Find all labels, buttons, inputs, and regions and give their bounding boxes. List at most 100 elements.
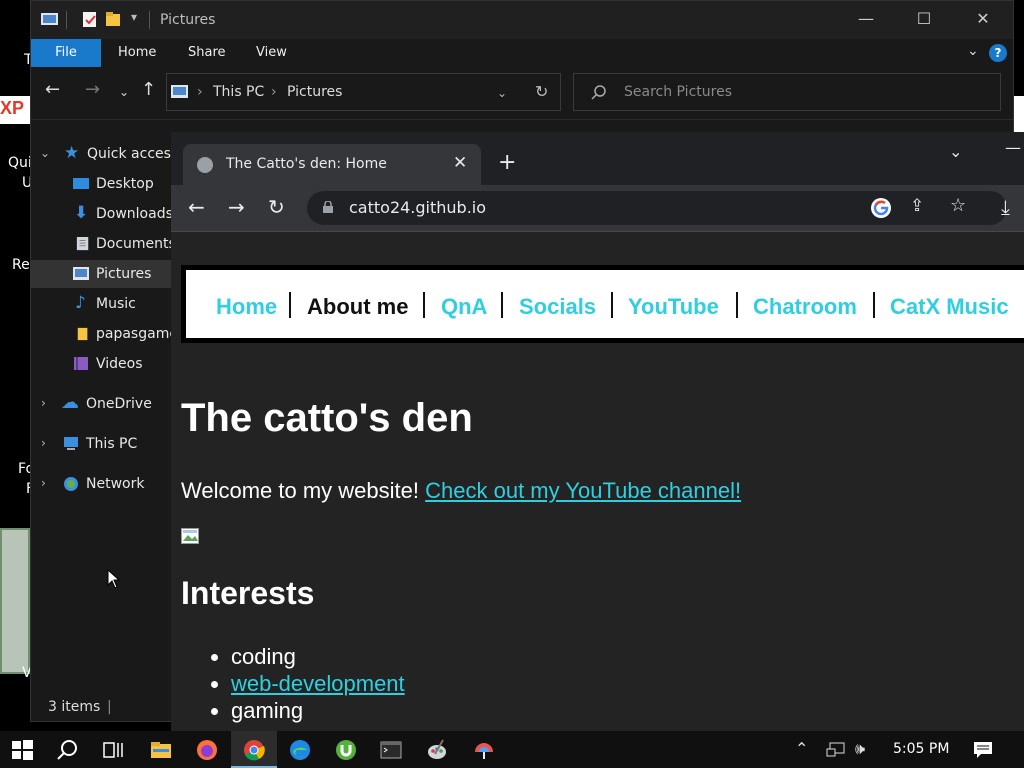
nav-label: Desktop [96,176,154,192]
new-tab-icon[interactable]: + [498,150,516,175]
expand-chevron-icon[interactable]: › [41,436,46,450]
show-hidden-icons-chevron-icon[interactable]: ⌃ [795,739,808,758]
windows-start-icon[interactable] [10,738,34,762]
nav-link-home[interactable]: Home [216,294,277,320]
nav-label: Music [96,296,136,312]
notifications-icon[interactable] [973,740,993,760]
interests-list: coding web-development gaming [231,643,405,724]
nav-separator [736,292,738,318]
close-tab-icon[interactable]: ✕ [453,153,467,173]
nav-music[interactable]: ♪ Music [31,290,171,318]
lock-icon [323,201,333,213]
nav-link-chatroom[interactable]: Chatroom [753,294,857,320]
chrome-icon[interactable] [242,738,266,762]
search-icon[interactable] [56,738,80,762]
ribbon-tab-view[interactable]: View [256,39,287,67]
up-icon[interactable]: ↑ [141,79,156,100]
recent-locations-icon[interactable]: ⌄ [119,85,129,99]
youtube-channel-link[interactable]: Check out my YouTube channel! [425,478,741,503]
help-icon[interactable]: ? [989,44,1007,62]
nav-documents[interactable]: Documents [31,230,176,258]
forward-icon[interactable]: → [228,195,245,219]
ribbon-tab-share[interactable]: Share [188,39,226,67]
nav-label: OneDrive [86,396,152,412]
ribbon-tab-home[interactable]: Home [118,39,156,67]
network-icon[interactable] [826,741,846,759]
desktop-thumbnail[interactable] [0,528,30,674]
download-icon[interactable]: ⤓ [1001,195,1010,219]
nav-label: Pictures [96,266,152,282]
reload-icon[interactable]: ↻ [268,195,285,219]
task-view-icon[interactable] [101,738,125,762]
tab-strip[interactable]: The Catto's den: Home ✕ + ⌄ — [171,132,1024,185]
nav-label: papasgame [96,326,171,342]
terminal-icon[interactable] [379,738,403,762]
forward-icon[interactable]: → [85,79,100,100]
quick-access-dropdown-icon[interactable]: ▾ [131,10,137,24]
expand-ribbon-icon[interactable]: ⌄ [967,43,979,59]
properties-icon[interactable] [81,12,98,27]
back-icon[interactable]: ← [45,79,60,100]
nav-link-socials[interactable]: Socials [519,294,596,320]
address-bar[interactable]: catto24.github.io ⇪ ☆ [307,191,1007,225]
address-dropdown-icon[interactable]: ⌄ [497,86,507,100]
nav-quick-access[interactable]: ⌄ ★ Quick access [31,140,178,168]
expand-chevron-icon[interactable]: ⌄ [40,146,50,160]
tab-title: The Catto's den: Home [226,156,387,172]
new-folder-icon[interactable] [105,12,122,27]
nav-desktop[interactable]: Desktop [31,170,171,198]
expand-chevron-icon[interactable]: › [41,476,46,490]
interests-heading: Interests [181,575,315,611]
address-bar[interactable]: › This PC › Pictures ⌄ ↻ [166,73,561,111]
utorrent-icon[interactable] [334,738,358,762]
document-icon [76,237,89,251]
nav-link-youtube[interactable]: YouTube [628,294,719,320]
nav-link-catx-music[interactable]: CatX Music [890,294,1009,320]
explorer-titlebar[interactable]: ▾ Pictures — ☐ ✕ [31,1,1013,39]
nav-videos[interactable]: Videos [31,350,171,378]
folder-icon [77,327,88,341]
expand-chevron-icon[interactable]: › [41,396,46,410]
search-input[interactable]: Search Pictures [573,73,1001,111]
tab-search-dropdown-icon[interactable]: ⌄ [949,142,962,161]
firefox-icon[interactable] [195,738,219,762]
desktop-label-fragment: Qui [8,155,32,171]
nav-pictures[interactable]: Pictures [31,260,171,288]
interest-link[interactable]: web-development [231,671,405,696]
browser-window: The Catto's den: Home ✕ + ⌄ — ← → ↻ catt… [171,132,1024,731]
system-clock[interactable]: 5:05 PM [893,741,949,757]
divider: | [107,699,112,715]
minimize-icon[interactable]: — [851,9,881,31]
nav-papasgame[interactable]: papasgame [31,320,171,348]
list-item: coding [231,643,405,670]
paint-icon[interactable] [425,738,449,762]
maximize-icon[interactable]: ☐ [909,9,939,31]
desktop-icon-fragment[interactable]: XP [0,96,30,124]
refresh-icon[interactable]: ↻ [535,82,548,101]
site-navbar: Home About me QnA Socials YouTube Chatro… [181,265,1024,343]
edge-icon[interactable] [288,738,312,762]
nav-onedrive[interactable]: › ☁ OneDrive [31,390,171,418]
share-icon[interactable]: ⇪ [910,196,924,216]
ribbon-file-tab[interactable]: File [31,39,101,67]
google-lens-icon[interactable] [870,197,892,219]
volume-icon[interactable]: 🕪 [855,739,865,759]
nav-network[interactable]: › Network [31,470,171,498]
breadcrumb-pictures[interactable]: Pictures [287,84,342,100]
paint-3d-icon[interactable] [472,738,496,762]
minimize-icon[interactable]: — [1005,138,1021,157]
nav-label: Downloads [96,206,173,222]
nav-downloads[interactable]: ⬇ Downloads [31,200,173,228]
cloud-icon: ☁ [61,392,79,413]
bookmark-star-icon[interactable]: ☆ [950,195,966,216]
close-icon[interactable]: ✕ [968,9,998,31]
network-globe-icon [64,477,78,491]
nav-link-qna[interactable]: QnA [441,294,487,320]
browser-tab[interactable]: The Catto's den: Home ✕ [183,144,481,185]
nav-separator [873,292,875,318]
breadcrumb-this-pc[interactable]: This PC [213,84,264,100]
nav-link-about-me[interactable]: About me [307,294,408,320]
file-explorer-icon[interactable] [149,738,173,762]
back-icon[interactable]: ← [188,195,205,219]
nav-this-pc[interactable]: › This PC [31,430,171,458]
